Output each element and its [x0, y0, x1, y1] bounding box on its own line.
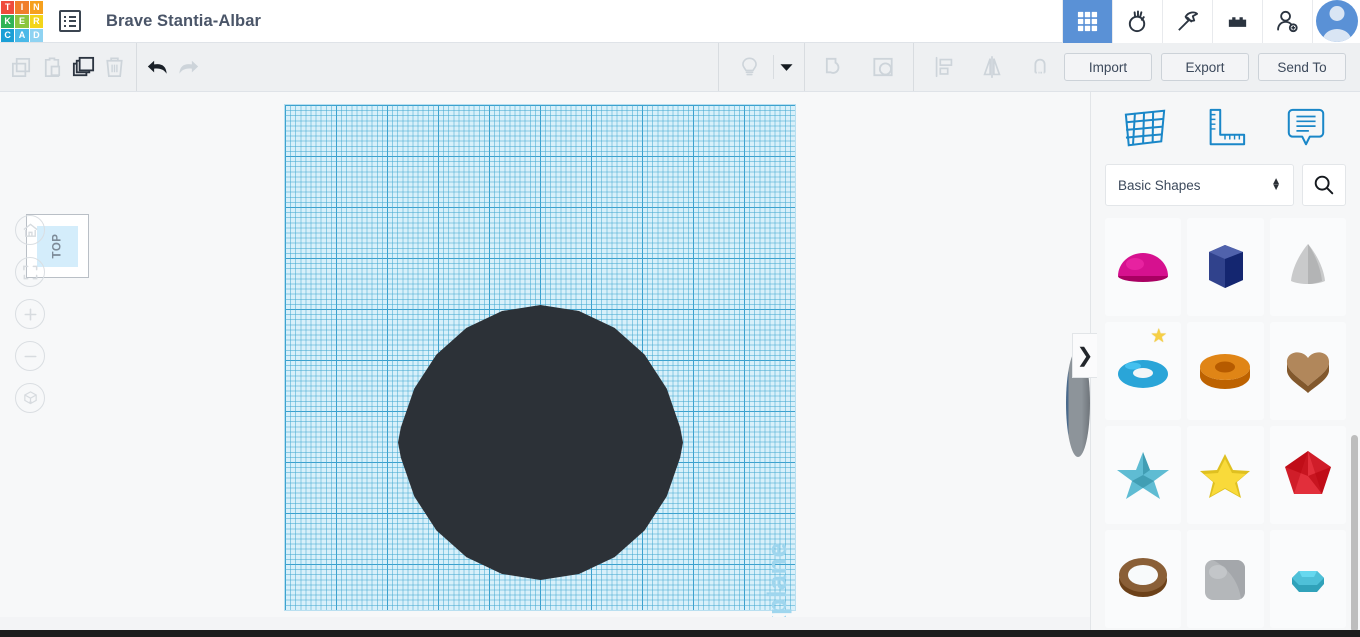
search-icon: [1314, 175, 1334, 195]
shape-category-select[interactable]: Basic Shapes ▲ ▼: [1105, 164, 1294, 206]
shape-grid: ★: [1091, 218, 1360, 628]
main-menu-button[interactable]: [44, 0, 96, 43]
ruler-icon[interactable]: [1197, 102, 1253, 154]
edit-toolbar: Import Export Send To: [0, 43, 1360, 92]
zoom-out-button[interactable]: [15, 341, 45, 371]
file-action-buttons: Import Export Send To: [1064, 53, 1360, 81]
toolbar-divider-4: [913, 43, 915, 91]
avatar-container: [1312, 0, 1360, 43]
home-view-button[interactable]: [15, 215, 45, 245]
shape-hemisphere[interactable]: [1105, 218, 1182, 316]
toolbar-divider-2: [718, 43, 720, 91]
shape-cone[interactable]: [1269, 218, 1346, 316]
shape-heart-box[interactable]: [1269, 322, 1346, 420]
logo-tile-t: T: [1, 0, 15, 14]
copy-icon[interactable]: [6, 43, 37, 91]
import-button[interactable]: Import: [1064, 53, 1153, 81]
shape-gem[interactable]: [1269, 530, 1346, 628]
top-bar-icon-group: [1062, 0, 1360, 43]
logo-tile-a: A: [15, 28, 29, 42]
shape-gem-glyph: [1291, 571, 1324, 592]
shape-rounded-cube[interactable]: [1187, 530, 1264, 628]
select-spinner-icon: ▲ ▼: [1271, 176, 1281, 193]
logo-tile-r: R: [29, 14, 43, 28]
avatar[interactable]: [1315, 0, 1358, 42]
shapes-panel: Basic Shapes ▲ ▼ ★: [1090, 92, 1360, 637]
shape-star-prism-glyph: [1200, 454, 1251, 498]
shape-torus[interactable]: ★: [1105, 322, 1182, 420]
shape-tube[interactable]: [1187, 322, 1264, 420]
chevron-down-icon[interactable]: [774, 43, 798, 91]
view-cube-label: TOP: [51, 233, 64, 259]
blocks-icon[interactable]: [1212, 0, 1262, 43]
logo-tile-c: C: [1, 28, 15, 42]
paste-icon[interactable]: [37, 43, 68, 91]
align-icon[interactable]: [920, 43, 968, 91]
codeblocks-icon[interactable]: [1112, 0, 1162, 43]
logo-tile-d: D: [29, 28, 43, 42]
redo-icon[interactable]: [173, 43, 204, 91]
shape-category-value: Basic Shapes: [1118, 177, 1201, 193]
group-icon[interactable]: [811, 43, 859, 91]
grid-gallery-icon[interactable]: [1062, 0, 1112, 43]
shape-hex-prism[interactable]: [1187, 218, 1264, 316]
shape-ring[interactable]: [1105, 530, 1182, 628]
os-taskbar: [0, 630, 1360, 637]
workplane-icon[interactable]: [1117, 102, 1173, 154]
perspective-toggle-button[interactable]: [15, 383, 45, 413]
shape-cone-glyph: [1290, 244, 1325, 284]
tinkercad-logo[interactable]: TINKERCAD: [0, 0, 44, 43]
shape-star-prism[interactable]: [1187, 426, 1264, 524]
page-title: Brave Stantia-Albar: [106, 11, 262, 30]
shape-tube-glyph: [1200, 354, 1251, 389]
panel-controls: Basic Shapes ▲ ▼: [1091, 164, 1360, 218]
send-to-button[interactable]: Send To: [1258, 53, 1347, 81]
fit-to-view-button[interactable]: [15, 257, 45, 287]
shape-torus-glyph: [1118, 360, 1169, 388]
shape-hex-prism-glyph: [1209, 245, 1244, 288]
shape-rounded-cube-glyph: [1205, 560, 1246, 600]
duplicate-icon[interactable]: [68, 43, 99, 91]
toolbar-divider: [135, 43, 137, 91]
shape-ring-glyph: [1119, 558, 1168, 597]
panel-collapse-button[interactable]: ❯: [1072, 333, 1097, 378]
workplane-label: Workplane: [762, 542, 792, 617]
shape-polyhedron[interactable]: [1269, 426, 1346, 524]
export-button[interactable]: Export: [1161, 53, 1250, 81]
note-icon[interactable]: [1278, 102, 1334, 154]
shape-hemisphere-glyph: [1118, 253, 1169, 282]
shape-polyhedron-glyph: [1284, 451, 1331, 494]
shape-star-3d[interactable]: [1105, 426, 1182, 524]
logo-tile-k: K: [1, 14, 15, 28]
panel-scrollbar[interactable]: [1351, 435, 1358, 632]
lightbulb-icon[interactable]: [725, 43, 773, 91]
zoom-in-button[interactable]: [15, 299, 45, 329]
3d-canvas[interactable]: Workplane TOP Setting: [0, 92, 1090, 617]
add-user-icon[interactable]: [1262, 0, 1312, 43]
delete-icon[interactable]: [99, 43, 130, 91]
mirror-icon[interactable]: [968, 43, 1016, 91]
logo-tile-i: I: [15, 0, 29, 14]
panel-tool-icons: [1091, 92, 1360, 164]
undo-icon[interactable]: [142, 43, 173, 91]
list-menu-icon: [59, 10, 81, 32]
top-bar: TINKERCAD Brave Stantia-Albar: [0, 0, 1360, 43]
magnet-icon[interactable]: [1016, 43, 1064, 91]
ungroup-icon[interactable]: [859, 43, 907, 91]
toolbar-divider-3: [804, 43, 806, 91]
tinkercad-app: TINKERCAD Brave Stantia-Albar Import Exp…: [0, 0, 1360, 637]
shape-heart-box-glyph: [1286, 352, 1329, 393]
hammer-icon[interactable]: [1162, 0, 1212, 43]
favorite-star-icon: ★: [1150, 326, 1168, 347]
shape-star-3d-glyph: [1117, 452, 1170, 499]
logo-tile-n: N: [29, 0, 43, 14]
search-shapes-button[interactable]: [1302, 164, 1346, 206]
logo-tile-e: E: [15, 14, 29, 28]
